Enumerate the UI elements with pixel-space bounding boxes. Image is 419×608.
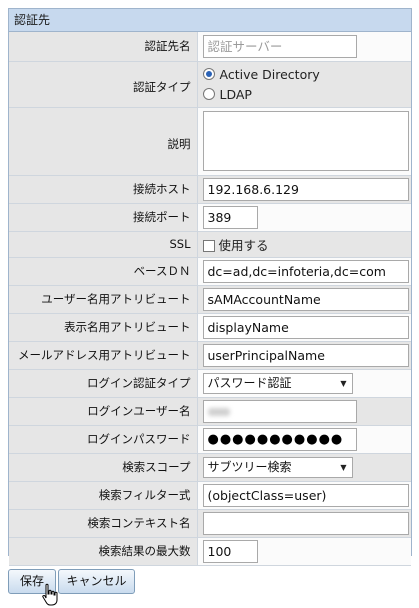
ssl-checkbox-label: 使用する bbox=[218, 237, 269, 253]
login-user-label: ログインユーザー名 bbox=[9, 397, 198, 426]
chevron-down-icon: ▼ bbox=[340, 378, 347, 388]
mail-attr-label: メールアドレス用アトリビュート bbox=[9, 341, 198, 370]
radio-ldap-label: LDAP bbox=[219, 86, 252, 102]
login-user-input[interactable] bbox=[202, 399, 357, 423]
description-textarea[interactable] bbox=[202, 111, 409, 171]
chevron-down-icon: ▼ bbox=[340, 462, 347, 472]
display-attr-label: 表示名用アトリビュート bbox=[9, 313, 198, 342]
ssl-checkbox[interactable] bbox=[202, 239, 215, 252]
radio-selected-icon[interactable] bbox=[202, 68, 215, 80]
user-attr-input[interactable]: sAMAccountName bbox=[202, 287, 409, 311]
base-dn-label: ベースＤＮ bbox=[9, 257, 198, 286]
radio-unselected-icon[interactable] bbox=[202, 88, 215, 100]
description-label: 説明 bbox=[9, 107, 198, 176]
search-filter-input[interactable]: (objectClass=user) bbox=[202, 483, 409, 507]
user-attr-label: ユーザー名用アトリビュート bbox=[9, 285, 198, 314]
search-filter-label: 検索フィルター式 bbox=[9, 481, 198, 510]
max-results-label: 検索結果の最大数 bbox=[9, 537, 198, 566]
auth-name-input[interactable]: 認証サーバー bbox=[202, 34, 357, 58]
host-label: 接続ホスト bbox=[9, 175, 198, 204]
host-input[interactable]: 192.168.6.129 bbox=[202, 177, 409, 201]
auth-form: 認証先名 認証サーバー 認証タイプ Active Directory LDAP … bbox=[9, 32, 411, 566]
type-label: 認証タイプ bbox=[9, 61, 198, 108]
login-password-input[interactable]: ●●●●●●●●●●● bbox=[202, 427, 357, 451]
login-type-value: パスワード認証 bbox=[207, 375, 292, 390]
panel-title: 認証先 bbox=[9, 9, 411, 32]
cancel-button[interactable]: キャンセル bbox=[58, 569, 135, 594]
search-scope-value: サブツリー検索 bbox=[207, 459, 292, 474]
login-password-label: ログインパスワード bbox=[9, 425, 198, 454]
display-attr-input[interactable]: displayName bbox=[202, 315, 409, 339]
search-context-label: 検索コンテキスト名 bbox=[9, 509, 198, 538]
search-scope-label: 検索スコープ bbox=[9, 453, 198, 482]
base-dn-input[interactable]: dc=ad,dc=infoteria,dc=com bbox=[202, 259, 409, 283]
name-label: 認証先名 bbox=[9, 32, 198, 62]
radio-active-directory-label: Active Directory bbox=[219, 66, 320, 82]
login-type-select[interactable]: パスワード認証 ▼ bbox=[202, 372, 353, 394]
login-type-label: ログイン認証タイプ bbox=[9, 369, 198, 398]
search-context-input[interactable] bbox=[202, 511, 409, 535]
max-results-input[interactable]: 100 bbox=[202, 539, 258, 563]
radio-ldap[interactable]: LDAP bbox=[202, 84, 412, 104]
auth-settings-panel: 認証先 認証先名 認証サーバー 認証タイプ Active Directory L… bbox=[8, 8, 412, 566]
ssl-label: SSL bbox=[9, 231, 198, 258]
hand-pointer-icon bbox=[42, 583, 58, 606]
port-input[interactable]: 389 bbox=[202, 205, 258, 229]
search-scope-select[interactable]: サブツリー検索 ▼ bbox=[202, 456, 353, 478]
port-label: 接続ポート bbox=[9, 203, 198, 232]
mail-attr-input[interactable]: userPrincipalName bbox=[202, 343, 409, 367]
radio-active-directory[interactable]: Active Directory bbox=[202, 64, 412, 84]
redacted-username bbox=[207, 407, 230, 416]
